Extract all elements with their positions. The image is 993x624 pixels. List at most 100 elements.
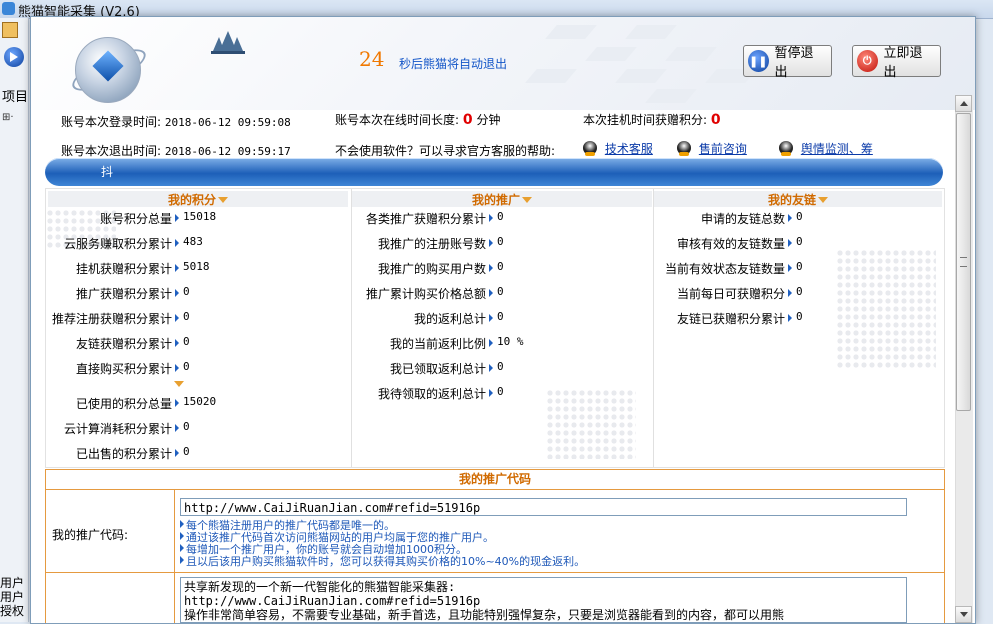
- power-icon: ⏻: [857, 50, 878, 72]
- stat-value: 0: [497, 235, 504, 248]
- stat-label: 友链获赠积分累计: [75, 337, 172, 351]
- stat-value: 0: [796, 235, 803, 248]
- header-pattern: [545, 25, 597, 39]
- stat-label: 当前有效状态友链数量: [664, 262, 785, 276]
- tree-expand-icon[interactable]: ⊞·: [2, 112, 14, 123]
- stat-value: 15018: [183, 210, 217, 223]
- stat-label: 我的当前返利比例: [389, 337, 486, 351]
- stat-row: 云计算消耗积分累计 0: [48, 420, 348, 436]
- app-icon: [2, 2, 15, 15]
- header-pattern: [525, 69, 577, 83]
- castle-icon: [211, 31, 245, 54]
- stat-row: 友链已获赠积分累计 0: [654, 310, 942, 326]
- bullet-arrow-icon: [175, 424, 179, 432]
- stat-label: 挂机获赠积分累计: [75, 262, 172, 276]
- exit-now-button[interactable]: ⏻ 立即退出: [852, 45, 941, 80]
- login-time-label: 账号本次登录时间:: [61, 115, 162, 129]
- stat-value: 0: [183, 420, 190, 433]
- bullet-arrow-icon: [788, 264, 792, 272]
- stat-value: 0: [796, 260, 803, 273]
- main-window-left-panel: [0, 18, 29, 622]
- stat-row: 我推广的注册账号数 0: [352, 235, 652, 251]
- stat-value: 0: [183, 285, 190, 298]
- stat-row: 当前每日可获赠积分 0: [654, 285, 942, 301]
- stat-row: 审核有效的友链数量 0: [654, 235, 942, 251]
- stat-value: 0: [183, 335, 190, 348]
- stat-value: 0: [497, 310, 504, 323]
- stat-value: 0: [183, 310, 190, 323]
- promo-code-title: 我的推广代码: [46, 470, 944, 490]
- qq-icon: [779, 141, 793, 156]
- stat-row: 我推广的购买用户数 0: [352, 260, 652, 276]
- stat-label: 已出售的积分累计: [75, 447, 172, 461]
- stat-label: 我推广的注册账号数: [377, 237, 486, 251]
- header-pattern: [645, 89, 697, 103]
- left-auth-label: 授权: [0, 604, 25, 618]
- dropdown-triangle-icon: [218, 197, 228, 203]
- points-title: 我的积分: [48, 191, 348, 207]
- stat-value: 0: [497, 210, 504, 223]
- stat-value: 0: [497, 260, 504, 273]
- stat-row: 已使用的积分总量 15020: [48, 395, 348, 411]
- bullet-arrow-icon: [788, 314, 792, 322]
- promo-note: 且以后该用户购买熊猫软件时，您可以获得其购买价格的10%~40%的现金返利。: [180, 556, 585, 568]
- login-time-value: 2018-06-12 09:59:08: [164, 116, 291, 129]
- stat-label: 当前每日可获赠积分: [676, 287, 785, 301]
- bullet-arrow-icon: [175, 399, 179, 407]
- help-text: 不会使用软件？可以寻求官方客服的帮助:: [335, 144, 556, 158]
- header-pattern: [615, 69, 667, 83]
- hang-points-value: 0: [710, 112, 721, 128]
- stat-value: 10 %: [497, 335, 524, 348]
- stat-label: 我待领取的返利总计: [377, 387, 486, 401]
- pause-exit-button[interactable]: ❚❚ 暂停退出: [743, 45, 832, 80]
- stat-row: 当前有效状态友链数量 0: [654, 260, 942, 276]
- online-duration-unit: 分钟: [476, 113, 501, 127]
- logout-time-row: 账号本次退出时间: 2018-06-12 09:59:17: [61, 142, 291, 159]
- dropdown-triangle-icon: [522, 197, 532, 203]
- stat-value: 0: [796, 285, 803, 298]
- scroll-grip-icon: [960, 257, 967, 267]
- stat-row: 云服务赚取积分累计 483: [48, 235, 348, 251]
- stat-label: 推广获赠积分累计: [75, 287, 172, 301]
- toolbar-icon[interactable]: [2, 22, 18, 38]
- bullet-arrow-icon: [489, 239, 493, 247]
- promotion-column: 我的推广 各类推广获赠积分累计 0 我推广的注册账号数 0 我推广的购买用户数 0 推…: [352, 189, 652, 467]
- help-link-monitor-label[interactable]: 舆情监测、筹: [801, 142, 873, 156]
- help-link-tech-label[interactable]: 技术客服: [605, 142, 653, 156]
- stat-row: 我的返利总计 0: [352, 310, 652, 326]
- share-text-area[interactable]: 共享新发现的一个新一代智能化的熊猫智能采集器: http://www.CaiJi…: [180, 577, 907, 623]
- stat-value: 0: [183, 445, 190, 458]
- stats-panel: 我的积分 账号积分总量 15018 云服务赚取积分累计 483 挂机获赠积分累计 50…: [45, 188, 945, 468]
- stat-row: 我的当前返利比例 10 %: [352, 335, 652, 351]
- bullet-arrow-icon: [489, 339, 493, 347]
- help-link-presales[interactable]: 售前咨询: [677, 140, 747, 157]
- bullet-arrow-icon: [489, 364, 493, 372]
- online-duration-label: 账号本次在线时间长度:: [335, 113, 460, 127]
- stat-value: 0: [497, 385, 504, 398]
- promo-code-table: 我的推广代码 我的推广代码: http://www.CaiJiRuanJian.…: [45, 469, 945, 623]
- blue-banner: [45, 158, 943, 186]
- login-time-row: 账号本次登录时间: 2018-06-12 09:59:08: [61, 113, 291, 130]
- stat-row: 友链获赠积分累计 0: [48, 335, 348, 351]
- stat-label: 我已领取返利总计: [389, 362, 486, 376]
- help-link-monitor[interactable]: 舆情监测、筹: [779, 140, 873, 157]
- help-link-presales-label[interactable]: 售前咨询: [699, 142, 747, 156]
- scroll-up-arrow-icon[interactable]: [955, 95, 972, 112]
- bullet-arrow-icon: [788, 289, 792, 297]
- bullet-arrow-icon: [489, 314, 493, 322]
- stat-label: 申请的友链总数: [700, 212, 785, 226]
- help-link-tech[interactable]: 技术客服: [583, 140, 653, 157]
- promo-code-input[interactable]: http://www.CaiJiRuanJian.com#refid=51916…: [180, 498, 907, 516]
- qq-icon: [583, 141, 597, 156]
- scroll-down-arrow-icon[interactable]: [955, 606, 972, 623]
- header-pattern: [625, 25, 677, 39]
- stat-label: 云服务赚取积分累计: [63, 237, 172, 251]
- countdown-text: 秒后熊猫将自动退出: [399, 57, 508, 71]
- stat-value: 0: [183, 360, 190, 373]
- stat-value: 15020: [183, 395, 217, 408]
- stat-label: 已使用的积分总量: [75, 397, 172, 411]
- stat-value: 483: [183, 235, 203, 248]
- bullet-arrow-icon: [175, 214, 179, 222]
- stat-label: 推广累计购买价格总额: [365, 287, 486, 301]
- promo-code-label: 我的推广代码:: [52, 528, 129, 542]
